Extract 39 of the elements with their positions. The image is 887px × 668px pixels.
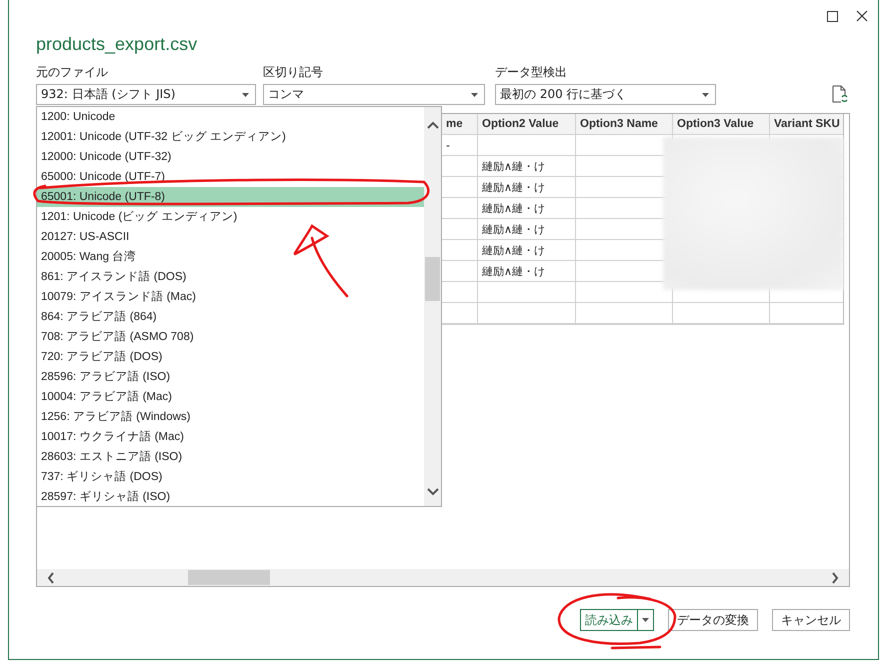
table-cell: 縺励∧縺・け	[477, 240, 575, 261]
list-item[interactable]: 20005: Wang 台湾	[37, 247, 424, 267]
table-cell: 縺励∧縺・け	[477, 198, 575, 219]
field-label: 区切り記号	[263, 64, 324, 81]
list-item[interactable]: 10079: アイスランド語 (Mac)	[37, 287, 424, 307]
list-item[interactable]: 864: アラビア語 (864)	[37, 307, 424, 327]
list-item[interactable]: 737: ギリシャ語 (DOS)	[37, 467, 424, 487]
list-item[interactable]: 28603: エストニア語 (ISO)	[37, 447, 424, 467]
field-label: データ型検出	[495, 64, 568, 81]
field-label: 元のファイル	[36, 64, 109, 81]
list-item[interactable]: 1201: Unicode (ビッグ エンディアン)	[37, 207, 424, 227]
list-item[interactable]: 28597: ギリシャ語 (ISO)	[37, 487, 424, 506]
dialog-button[interactable]: キャンセル	[772, 609, 850, 631]
list-item[interactable]: 720: アラビア語 (DOS)	[37, 347, 424, 367]
dropdown-field[interactable]: 最初の 200 行に基づく	[495, 84, 716, 105]
table-cell: 縺励∧縺・け	[477, 156, 575, 177]
list-item[interactable]: 10017: ウクライナ語 (Mac)	[37, 427, 424, 447]
list-item[interactable]: 1200: Unicode	[37, 107, 424, 127]
list-item[interactable]: 10004: アラビア語 (Mac)	[37, 387, 424, 407]
dropdown-field[interactable]: 932: 日本語 (シフト JIS)	[36, 84, 256, 105]
table-cell: 縺励∧縺・け	[477, 177, 575, 198]
column-header: me	[441, 114, 477, 135]
list-item[interactable]: 65000: Unicode (UTF-7)	[37, 167, 424, 187]
list-item[interactable]: 28596: アラビア語 (ISO)	[37, 367, 424, 387]
column-header: Option3 Name	[575, 114, 672, 135]
list-item[interactable]: 20127: US-ASCII	[37, 227, 424, 247]
list-item[interactable]: 708: アラビア語 (ASMO 708)	[37, 327, 424, 347]
list-item[interactable]: 12001: Unicode (UTF-32 ビッグ エンディアン)	[37, 127, 424, 147]
list-item[interactable]: 861: アイスランド語 (DOS)	[37, 267, 424, 287]
table-cell: 縺励∧縺・け	[477, 261, 575, 282]
dialog-button[interactable]: データの変換	[668, 609, 758, 631]
list-item[interactable]: 1256: アラビア語 (Windows)	[37, 407, 424, 427]
column-header: Option2 Value	[477, 114, 575, 135]
dialog-title: products_export.csv	[35, 34, 198, 56]
column-header: Variant SKU	[769, 114, 843, 135]
list-item[interactable]: 12000: Unicode (UTF-32)	[37, 147, 424, 167]
dropdown-field[interactable]: コンマ	[263, 84, 485, 105]
table-cell: 縺励∧縺・け	[477, 219, 575, 240]
column-header: Option3 Value	[672, 114, 769, 135]
